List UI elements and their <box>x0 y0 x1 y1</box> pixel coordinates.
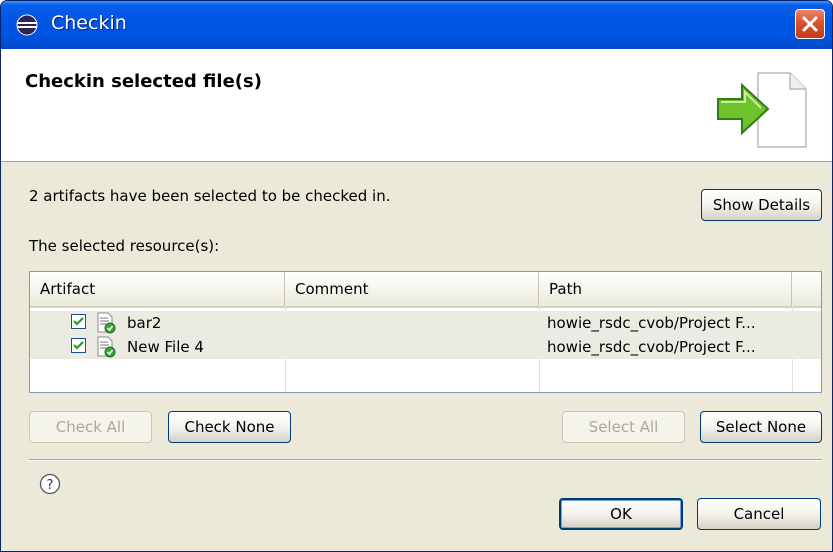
banner-title: Checkin selected file(s) <box>25 71 262 92</box>
table-row[interactable]: bar2 howie_rsdc_cvob/Project F... <box>30 311 821 335</box>
show-details-button[interactable]: Show Details <box>701 189 822 221</box>
help-icon[interactable]: ? <box>39 473 61 495</box>
column-header-comment[interactable]: Comment <box>285 272 539 306</box>
file-checked-out-icon <box>97 312 116 334</box>
cancel-button[interactable]: Cancel <box>697 498 821 530</box>
close-button[interactable] <box>795 9 825 39</box>
ok-button[interactable]: OK <box>559 498 683 530</box>
svg-text:?: ? <box>47 478 54 493</box>
checkin-dialog: Checkin Checkin selected file(s) 2 artif… <box>0 0 833 552</box>
table-header: Artifact Comment Path <box>30 272 821 308</box>
window-title: Checkin <box>51 12 127 34</box>
info-text: 2 artifacts have been selected to be che… <box>29 187 391 205</box>
close-icon <box>802 16 818 32</box>
checkin-arrow-icon <box>717 72 807 148</box>
eclipse-icon <box>16 14 38 36</box>
select-all-button[interactable]: Select All <box>562 411 685 443</box>
separator <box>29 459 822 461</box>
title-bar[interactable]: Checkin <box>1 1 832 49</box>
dialog-banner: Checkin selected file(s) <box>1 49 832 162</box>
column-header-path[interactable]: Path <box>539 272 792 306</box>
resources-label: The selected resource(s): <box>29 237 220 255</box>
artifact-name: bar2 <box>127 314 162 332</box>
row-checkbox[interactable] <box>71 338 86 353</box>
checkmark-icon <box>73 317 84 326</box>
file-checked-out-icon <box>97 336 116 358</box>
check-none-button[interactable]: Check None <box>168 411 291 443</box>
row-checkbox[interactable] <box>71 314 86 329</box>
select-none-button[interactable]: Select None <box>700 411 822 443</box>
table-row[interactable]: New File 4 howie_rsdc_cvob/Project F... <box>30 335 821 359</box>
path-cell: howie_rsdc_cvob/Project F... <box>547 314 756 332</box>
artifact-name: New File 4 <box>127 338 204 356</box>
column-header-artifact[interactable]: Artifact <box>30 272 285 306</box>
checkmark-icon <box>73 341 84 350</box>
check-all-button[interactable]: Check All <box>29 411 152 443</box>
resources-table[interactable]: Artifact Comment Path bar2 howie_rsdc_cv… <box>29 271 822 393</box>
path-cell: howie_rsdc_cvob/Project F... <box>547 338 756 356</box>
